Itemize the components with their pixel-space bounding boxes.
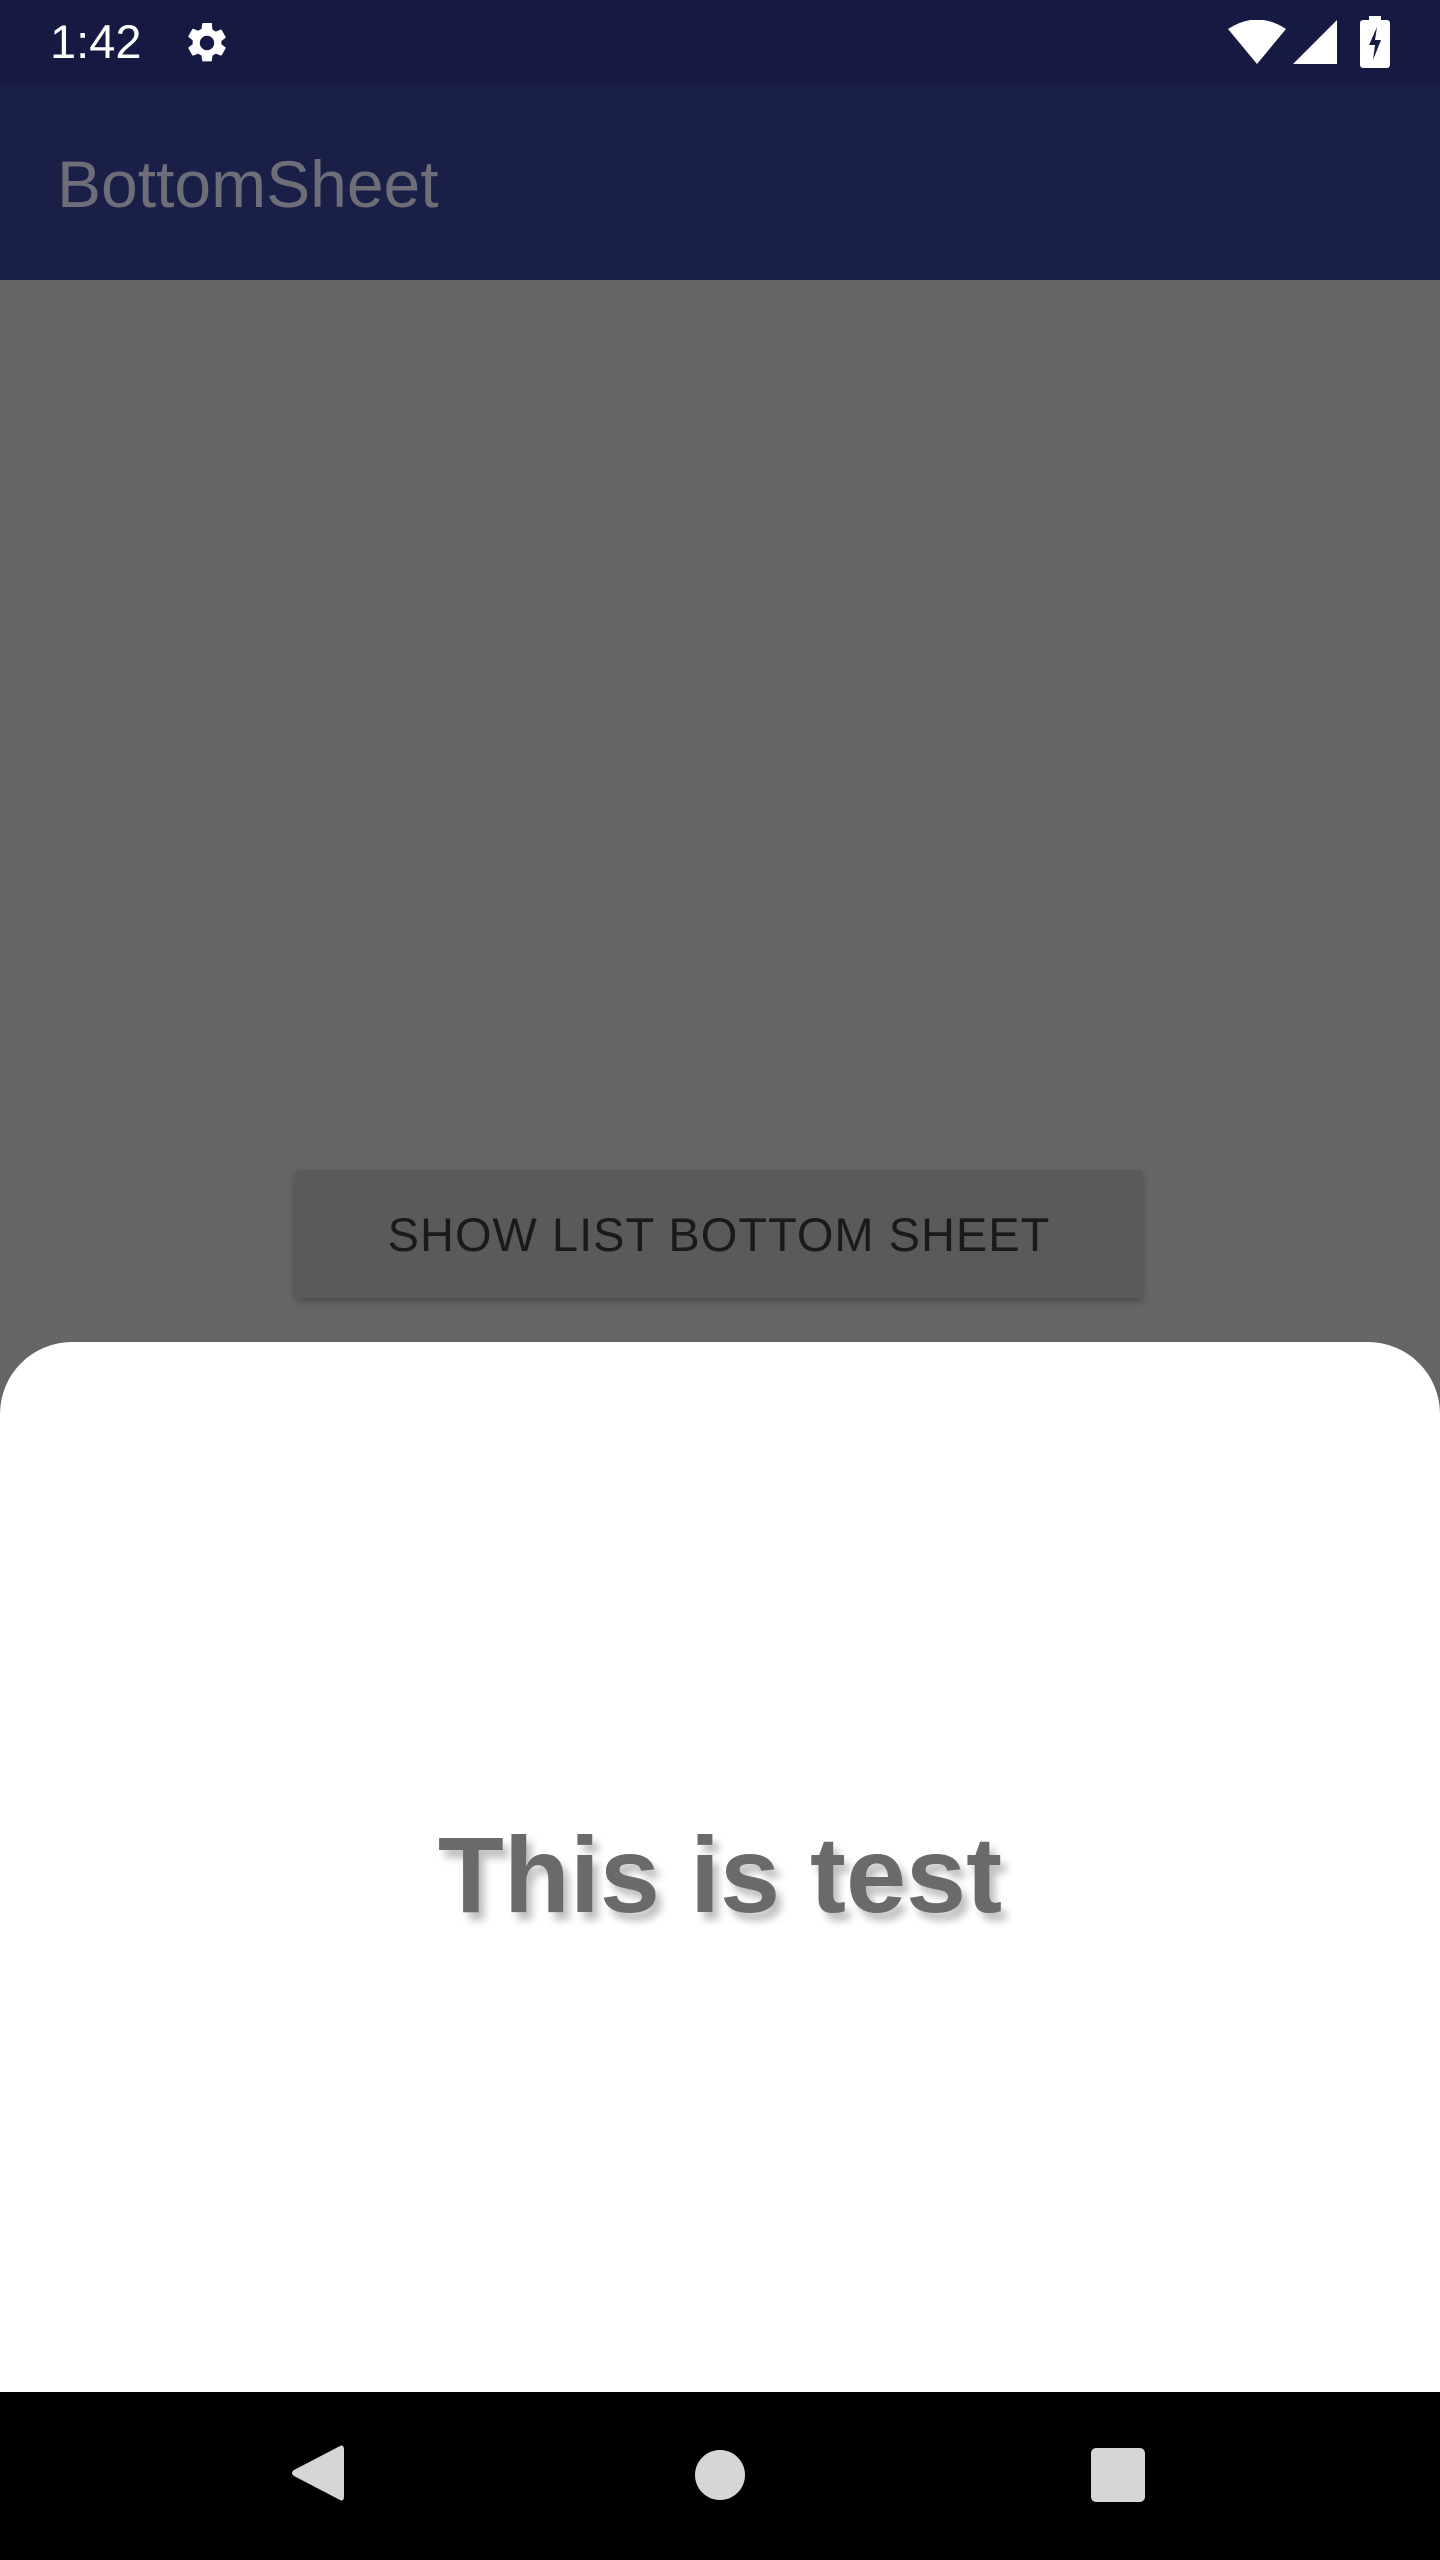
bottom-sheet-text: This is test (437, 1814, 1003, 1935)
back-icon[interactable] (290, 2442, 344, 2504)
app-bar: BottomSheet (0, 84, 1440, 280)
app-title: BottomSheet (57, 147, 439, 221)
bottom-sheet: This is test (0, 1342, 1440, 2392)
recents-icon[interactable] (1091, 2448, 1145, 2502)
status-time: 1:42 (50, 15, 142, 68)
cell-signal-icon (1293, 20, 1337, 64)
gear-icon (188, 22, 226, 62)
status-bar: 1:42 (0, 0, 1440, 84)
home-icon[interactable] (694, 2449, 746, 2501)
battery-charging-icon (1360, 16, 1390, 68)
show-list-bottom-sheet-button[interactable]: SHOW LIST BOTTOM SHEET (295, 1170, 1143, 1298)
wifi-icon (1228, 20, 1286, 64)
